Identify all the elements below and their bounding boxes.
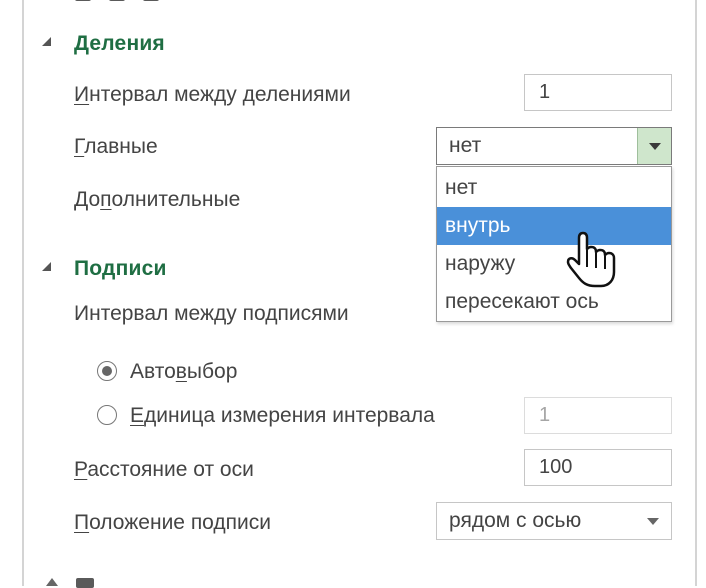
dropdown-button[interactable]	[637, 128, 671, 164]
major-tick-dropdown: нет внутрь наружу пересекают ось	[436, 166, 672, 322]
chevron-down-icon	[647, 518, 659, 525]
position-label: Положение подписи	[74, 511, 271, 534]
section-title-tick-marks[interactable]: Деления	[74, 32, 165, 56]
major-tick-label: Главные	[74, 135, 158, 158]
radio-unit-label[interactable]: Единица измерения интервала	[130, 404, 435, 428]
hand-pointer-icon	[566, 231, 616, 288]
chevron-down-icon	[648, 143, 661, 150]
collapse-triangle-icon[interactable]	[42, 262, 51, 271]
cut-off-heading	[75, 0, 185, 6]
distance-label: Расстояние от оси	[74, 458, 254, 481]
minor-tick-label: Дополнительные	[74, 188, 241, 211]
dropdown-option-outside[interactable]: наружу	[437, 245, 671, 283]
label-position-select[interactable]: рядом с осью	[436, 502, 672, 540]
radio-auto[interactable]	[97, 361, 117, 381]
dropdown-option-inside[interactable]: внутрь	[437, 207, 671, 245]
label-position-value: рядом с осью	[449, 509, 582, 532]
major-tick-value: нет	[449, 134, 482, 157]
distance-input[interactable]: 100	[524, 449, 672, 486]
section-title-labels[interactable]: Подписи	[74, 257, 167, 281]
major-tick-select[interactable]: нет	[436, 127, 672, 165]
radio-auto-label[interactable]: Автовыбор	[130, 360, 237, 384]
dropdown-option-cross[interactable]: пересекают ось	[437, 283, 671, 321]
tick-interval-input[interactable]: 1	[524, 74, 672, 111]
dropdown-option-none[interactable]: нет	[437, 169, 671, 207]
radio-unit[interactable]	[97, 405, 117, 425]
panel-border-left	[22, 0, 24, 586]
label-interval-label: Интервал между подписями	[74, 302, 349, 325]
panel-border-right	[695, 0, 697, 586]
unit-interval-input[interactable]: 1	[524, 397, 672, 434]
tick-interval-label: Интервал между делениями	[74, 83, 351, 106]
collapse-triangle-icon[interactable]	[42, 37, 51, 46]
